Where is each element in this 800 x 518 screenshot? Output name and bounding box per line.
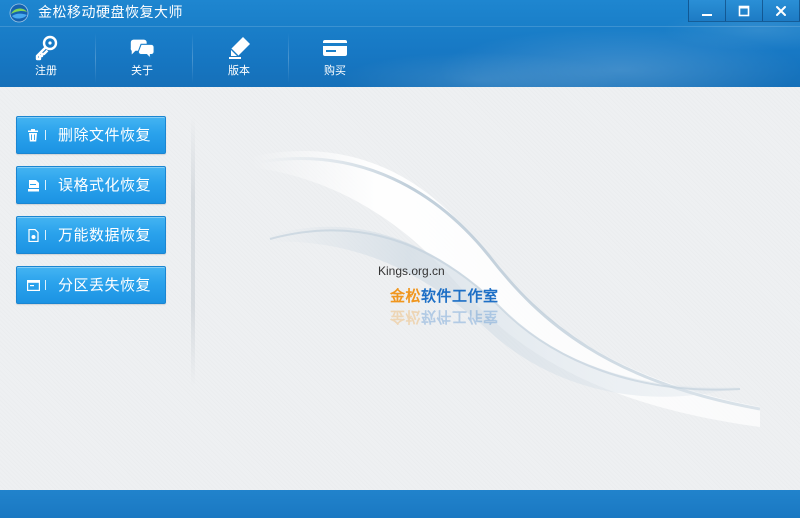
site-url: Kings.org.cn	[378, 264, 445, 278]
minimize-button[interactable]	[689, 0, 726, 22]
delete-file-recovery-label: 删除文件恢复	[58, 126, 152, 144]
partition-recovery-button[interactable]: 分区丢失恢复	[16, 266, 166, 304]
app-logo-icon	[9, 3, 29, 23]
pencil-icon	[225, 35, 253, 61]
studio-logo-reflection-part1: 金松	[390, 308, 422, 326]
title-bar[interactable]: 金松移动硬盘恢复大师	[0, 0, 800, 26]
toolbar: 注册 关于 版本 购买	[0, 27, 800, 87]
toolbar-buy-label: 购买	[324, 64, 346, 77]
toolbar-register-button[interactable]: 注册	[0, 27, 92, 87]
format-recovery-button[interactable]: 误格式化恢复	[16, 166, 166, 204]
button-separator	[45, 180, 46, 190]
universal-data-recovery-button[interactable]: 万能数据恢复	[16, 216, 166, 254]
universal-data-recovery-label: 万能数据恢复	[58, 226, 152, 244]
button-separator	[45, 280, 46, 290]
panel-divider	[191, 117, 195, 387]
studio-logo-reflection: 金松软件工作室	[390, 307, 499, 328]
chat-bubbles-icon	[128, 35, 156, 61]
maximize-icon	[738, 5, 750, 17]
minimize-icon	[701, 5, 713, 17]
toolbar-about-button[interactable]: 关于	[96, 27, 188, 87]
button-separator	[45, 130, 46, 140]
partition-icon	[26, 278, 40, 292]
studio-logo-part1: 金松	[390, 287, 422, 305]
delete-file-recovery-button[interactable]: 删除文件恢复	[16, 116, 166, 154]
toolbar-version-button[interactable]: 版本	[193, 27, 285, 87]
close-icon	[775, 5, 787, 17]
trash-icon	[26, 128, 40, 142]
studio-logo-reflection-part2: 软件工作室	[421, 308, 499, 326]
toolbar-buy-button[interactable]: 购买	[289, 27, 381, 87]
app-title: 金松移动硬盘恢复大师	[38, 5, 183, 21]
card-icon	[321, 35, 349, 61]
button-separator	[45, 230, 46, 240]
format-drive-icon	[26, 178, 40, 192]
toolbar-register-label: 注册	[35, 64, 57, 77]
header: 金松移动硬盘恢复大师 注册 关于 版本 购买	[0, 0, 800, 87]
document-icon	[26, 228, 40, 242]
format-recovery-label: 误格式化恢复	[58, 176, 152, 194]
partition-recovery-label: 分区丢失恢复	[58, 276, 152, 294]
toolbar-about-label: 关于	[131, 64, 153, 77]
close-button[interactable]	[763, 0, 800, 22]
studio-logo-text: 金松软件工作室	[390, 285, 499, 306]
window-controls	[688, 0, 800, 22]
studio-logo-part2: 软件工作室	[421, 287, 499, 305]
main-area: 删除文件恢复 误格式化恢复 万能数据恢复 分区丢失恢复 Kings.org.cn…	[0, 87, 800, 490]
key-icon	[32, 35, 60, 61]
status-bar	[0, 490, 800, 518]
maximize-button[interactable]	[726, 0, 763, 22]
toolbar-version-label: 版本	[228, 64, 250, 77]
